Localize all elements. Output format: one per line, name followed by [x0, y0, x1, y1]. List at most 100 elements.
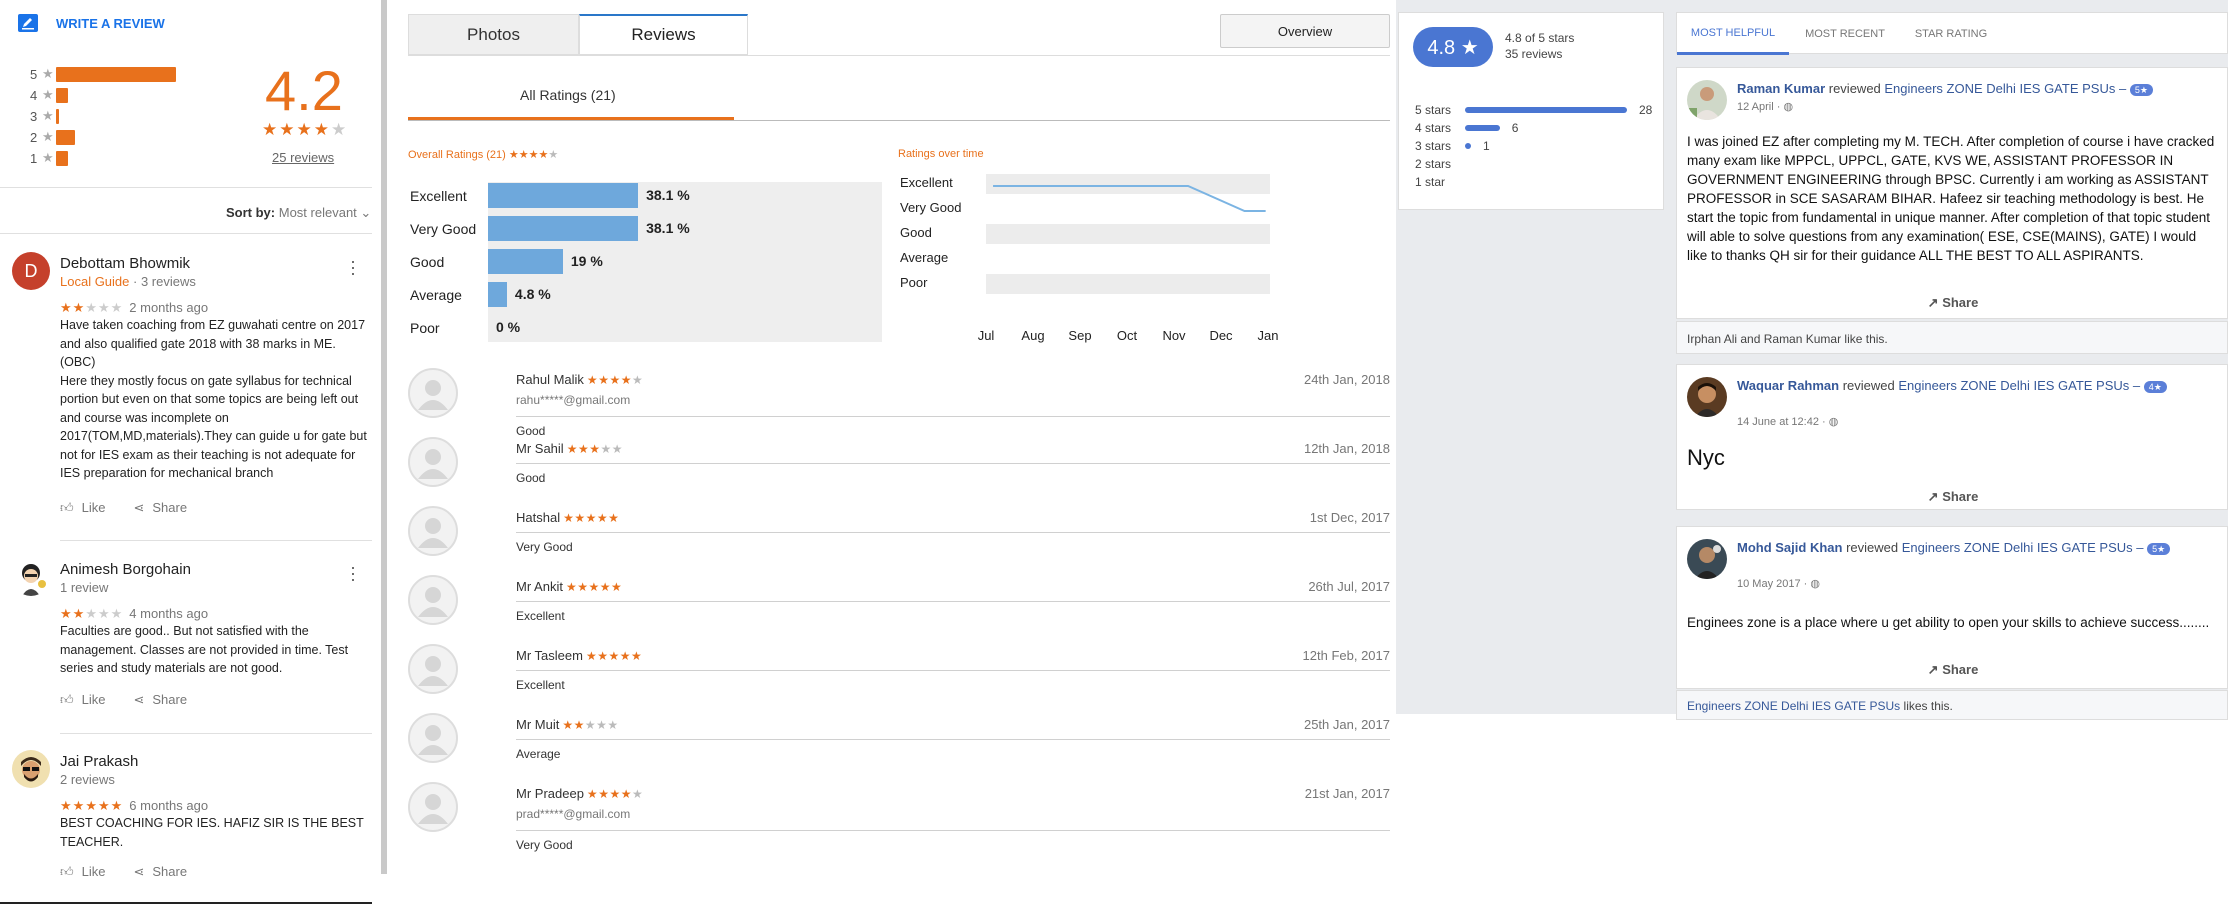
share-label: Share [1942, 295, 1979, 310]
star-empty-icon: ★ [97, 606, 111, 621]
overview-button[interactable]: Overview [1220, 14, 1390, 48]
star-empty-icon: ★ [596, 718, 608, 732]
scrollbar[interactable] [381, 0, 387, 874]
tab-reviews[interactable]: Reviews [579, 14, 748, 55]
reviewer-name: Mr Tasleem ★★★★★ [516, 648, 642, 663]
more-options-icon[interactable]: · · · [350, 558, 356, 588]
post-author[interactable]: Waquar Rahman [1737, 378, 1839, 393]
more-options-icon[interactable]: · · · [350, 252, 356, 282]
post-author[interactable]: Raman Kumar [1737, 81, 1825, 96]
reviewer-name[interactable]: Debottam Bhowmik [60, 255, 190, 272]
share-label: Share [152, 864, 188, 879]
chart-x-label: Oct [1117, 328, 1138, 343]
globe-icon: ◍ [1783, 101, 1794, 113]
review-text: Have taken coaching from EZ guwahati cen… [60, 318, 367, 480]
share-button[interactable]: ⋖ Share [133, 864, 187, 880]
divider [516, 739, 1390, 740]
tab-star-rating[interactable]: STAR RATING [1901, 13, 2001, 55]
tab-most-helpful[interactable]: MOST HELPFUL [1677, 13, 1789, 55]
reviewer-name-text: Hatshal [516, 510, 561, 525]
share-button[interactable]: ⋖ Share [133, 692, 187, 708]
breakdown-row: 2 stars [1415, 157, 1465, 171]
review-comment: Average [516, 747, 561, 761]
share-button[interactable]: ↗ Share [1677, 662, 2228, 678]
reviewer-name[interactable]: Jai Prakash [60, 753, 138, 770]
star-filled-icon: ★ [565, 580, 578, 594]
reviewer-email: prad*****@gmail.com [516, 807, 631, 821]
star-filled-icon: ★ [508, 149, 519, 161]
star-filled-icon: ★ [609, 787, 621, 801]
chart-x-label: Sep [1068, 328, 1091, 343]
chart-category-label: Excellent [410, 188, 467, 204]
review-actions: 👍︎ Like ⋖ Share [60, 864, 187, 880]
sort-label: Sort by: [226, 205, 276, 220]
post-header: Waquar Rahman reviewed Engineers ZONE De… [1737, 377, 2217, 395]
star-filled-icon: ★ [72, 798, 86, 813]
edit-icon [18, 14, 38, 32]
like-button[interactable]: 👍︎ Like [60, 692, 105, 708]
review-text: BEST COACHING FOR IES. HAFIZ SIR IS THE … [60, 816, 364, 849]
tab-photos[interactable]: Photos [408, 14, 579, 55]
share-icon: ⋖ [133, 864, 145, 879]
histogram-row: 2 ★ [30, 127, 76, 147]
review-stars: ★★★★★ [566, 580, 622, 594]
star-filled-icon: ★ [611, 580, 623, 594]
post-text: Enginees zone is a place where u get abi… [1687, 615, 2210, 630]
star-filled-icon: ★ [574, 511, 586, 525]
star-empty-icon: ★ [85, 300, 98, 315]
share-button[interactable]: ↗ Share [1677, 489, 2228, 505]
share-label: Share [1942, 489, 1979, 504]
review-comment: Very Good [516, 540, 573, 554]
page-link[interactable]: Engineers ZONE Delhi IES GATE PSUs [1687, 699, 1900, 713]
star-filled-icon: ★ [599, 580, 612, 594]
share-button[interactable]: ⋖ Share [133, 500, 187, 516]
average-rating: 4.2 [265, 59, 343, 122]
star-filled-icon: ★ [598, 787, 610, 801]
reviewer-name: Hatshal ★★★★★ [516, 510, 619, 525]
sort-dropdown[interactable]: Sort by: Most relevant ⌄ [226, 205, 371, 221]
histogram-label: 4 [30, 87, 38, 103]
review-count-link[interactable]: 25 reviews [272, 150, 334, 165]
avatar [1687, 539, 1727, 579]
chart-band [986, 274, 1270, 294]
like-button[interactable]: 👍︎ Like [60, 500, 105, 516]
ratings-over-time-title: Ratings over time [898, 148, 984, 160]
reviewer-email: rahu*****@gmail.com [516, 393, 631, 407]
share-button[interactable]: ↗ Share [1677, 295, 2228, 311]
page-link[interactable]: Engineers ZONE Delhi IES GATE PSUs – [1884, 81, 2126, 96]
review-date: 26th Jul, 2017 [1308, 579, 1390, 594]
tab-most-recent[interactable]: MOST RECENT [1789, 13, 1901, 55]
like-button[interactable]: 👍︎ Like [60, 864, 105, 880]
reviewer-name[interactable]: Animesh Borgohain [60, 561, 191, 578]
facebook-rating-summary: 4.8 ★ 4.8 of 5 stars 35 reviews 5 stars 2… [1398, 12, 1664, 210]
histogram-label: 1 [30, 150, 38, 166]
post-time-label: 14 June at 12:42 · [1737, 416, 1829, 428]
chart-category-label: Average [410, 287, 462, 303]
star-filled-icon: ★ [597, 649, 609, 663]
star-filled-icon: ★ [279, 120, 297, 139]
page-link[interactable]: Engineers ZONE Delhi IES GATE PSUs – [1902, 540, 2144, 555]
chart-y-label: Good [900, 225, 932, 240]
divider [60, 733, 372, 734]
globe-icon: ◍ [1828, 416, 1839, 428]
reviewer-count: 1 review [60, 580, 109, 595]
review-stars: ★★★★★ [586, 649, 642, 663]
breakdown-label: 1 star [1415, 175, 1446, 189]
globe-icon: ◍ [1810, 578, 1820, 590]
page-link[interactable]: Engineers ZONE Delhi IES GATE PSUs – [1898, 378, 2140, 393]
review-date: 21st Jan, 2017 [1304, 786, 1390, 801]
post-time-label: 10 May 2017 · [1737, 578, 1811, 590]
star-filled-icon: ★ [262, 120, 280, 139]
overall-ratings-chart: Excellent 38.1 % Very Good 38.1 % Good 19 % Av… [408, 178, 888, 342]
write-review-button[interactable]: WRITE A REVIEW [18, 14, 165, 32]
chart-value-label: 0 % [496, 319, 521, 335]
chart-value-label: 38.1 % [646, 187, 690, 203]
reviewer-count: 2 reviews [60, 772, 115, 787]
post-author[interactable]: Mohd Sajid Khan [1737, 540, 1842, 555]
divider [516, 670, 1390, 671]
reviewer-name: Rahul Malik ★★★★★ [516, 372, 643, 387]
overall-ratings-title: Overall Ratings (21) ★★★★★ [408, 148, 558, 161]
all-ratings-tab[interactable]: All Ratings (21) [520, 87, 616, 103]
share-icon: ⋖ [133, 692, 145, 707]
review-comment: Very Good [516, 838, 573, 852]
